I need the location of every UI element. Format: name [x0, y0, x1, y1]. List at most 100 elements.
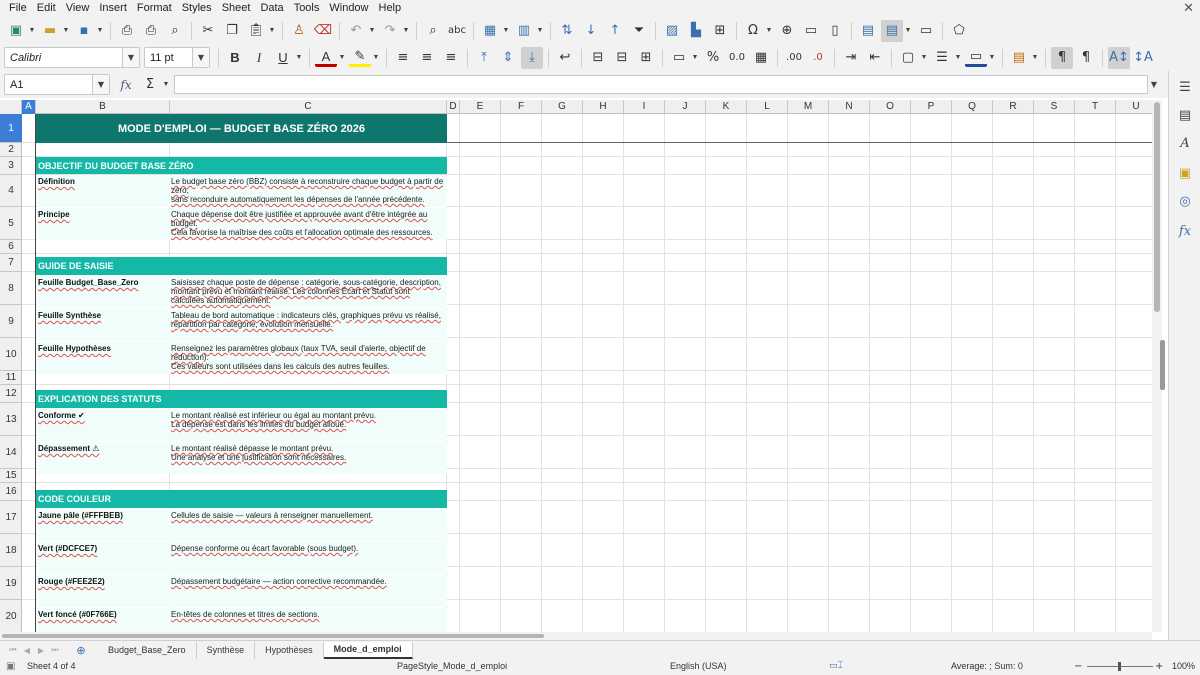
- undo-icon[interactable]: ↶: [345, 20, 367, 42]
- conditional-format-icon[interactable]: ▤: [1008, 47, 1030, 69]
- sidebar-collapse-handle[interactable]: [1160, 340, 1165, 390]
- new-dropdown-icon[interactable]: ▼: [28, 20, 36, 42]
- name-box[interactable]: A1 ▼: [4, 74, 110, 95]
- tab-budget-base-zero[interactable]: Budget_Base_Zero: [98, 641, 197, 659]
- freeze-rows-columns-icon[interactable]: ▤: [881, 19, 903, 42]
- table-row[interactable]: Vert (#DCFCE7) Dépense conforme ou écart…: [36, 542, 447, 574]
- align-top-icon[interactable]: ⤒: [473, 47, 495, 69]
- add-sheet-icon[interactable]: ⊕: [74, 643, 88, 657]
- column-header-p[interactable]: P: [911, 100, 952, 114]
- percent-format-icon[interactable]: %: [702, 47, 724, 69]
- section-header-status[interactable]: EXPLICATION DES STATUTS: [36, 390, 447, 408]
- chevron-down-icon[interactable]: ▼: [92, 75, 109, 94]
- row-header-11[interactable]: 11: [0, 371, 22, 385]
- column-icon[interactable]: ▥: [513, 20, 535, 42]
- table-row[interactable]: Définition Le budget base zéro (BBZ) con…: [36, 175, 447, 207]
- currency-dropdown-icon[interactable]: ▼: [691, 47, 699, 69]
- row-header-9[interactable]: 9: [0, 305, 22, 338]
- border-style-icon[interactable]: ☰: [931, 47, 953, 69]
- vertical-scroll-thumb[interactable]: [1154, 102, 1160, 312]
- save-icon[interactable]: ▪: [73, 20, 95, 42]
- menu-data[interactable]: Data: [255, 0, 288, 17]
- decrease-indent-icon[interactable]: ⇤: [864, 47, 886, 69]
- row-header-7[interactable]: 7: [0, 254, 22, 272]
- row-header-5[interactable]: 5: [0, 207, 22, 240]
- zoom-out-icon[interactable]: −: [1074, 661, 1082, 672]
- split-window-icon[interactable]: ▭: [915, 20, 937, 42]
- clear-formatting-icon[interactable]: ⌫: [312, 20, 334, 42]
- column-header-c[interactable]: C: [170, 100, 447, 114]
- paste-icon[interactable]: 📋︎: [245, 20, 267, 42]
- cut-icon[interactable]: ✂: [197, 20, 219, 42]
- border-color-icon[interactable]: ▭: [965, 49, 987, 67]
- merge-cells-icon[interactable]: ⊟: [611, 47, 633, 69]
- column-header-q[interactable]: Q: [952, 100, 993, 114]
- table-row[interactable]: Dépassement ⚠ Le montant réalisé dépasse…: [36, 442, 447, 474]
- print-icon[interactable]: ⎙: [140, 20, 162, 42]
- insert-chart-icon[interactable]: ▙: [685, 20, 707, 42]
- menu-insert[interactable]: Insert: [94, 0, 132, 17]
- column-header-e[interactable]: E: [460, 100, 501, 114]
- close-document-icon[interactable]: ✕: [1183, 0, 1194, 17]
- styles-icon[interactable]: A: [1175, 133, 1195, 153]
- unmerge-cells-icon[interactable]: ⊞: [635, 47, 657, 69]
- undo-dropdown-icon[interactable]: ▼: [368, 20, 376, 42]
- find-replace-icon[interactable]: ⌕: [422, 20, 444, 42]
- previous-sheet-icon[interactable]: ◀: [20, 643, 34, 657]
- font-color-dropdown-icon[interactable]: ▼: [338, 47, 346, 69]
- tab-synthese[interactable]: Synthèse: [197, 641, 256, 659]
- column-header-g[interactable]: G: [542, 100, 583, 114]
- zoom-slider-handle[interactable]: [1118, 662, 1121, 671]
- column-header-u[interactable]: U: [1116, 100, 1152, 114]
- text-orientation-icon[interactable]: A↕: [1108, 46, 1130, 69]
- merge-center-icon[interactable]: ⊟: [587, 47, 609, 69]
- column-header-d[interactable]: D: [447, 100, 460, 114]
- wrap-text-icon[interactable]: ↩: [554, 47, 576, 69]
- hyperlink-icon[interactable]: ⊕: [776, 20, 798, 42]
- section-header-guide[interactable]: GUIDE DE SAISIE: [36, 257, 447, 275]
- menu-styles[interactable]: Styles: [177, 0, 217, 17]
- special-character-dropdown-icon[interactable]: ▼: [765, 20, 773, 42]
- zoom-level[interactable]: 100%: [1172, 661, 1195, 671]
- open-folder-icon[interactable]: ▬: [39, 20, 61, 42]
- insert-pivot-table-icon[interactable]: ⊞: [709, 20, 731, 42]
- selection-mode-icon[interactable]: ▭⌶: [829, 661, 843, 671]
- menu-edit[interactable]: Edit: [32, 0, 61, 17]
- highlight-dropdown-icon[interactable]: ▼: [372, 47, 380, 69]
- export-pdf-icon[interactable]: ⎙: [116, 20, 138, 42]
- cell-area[interactable]: MODE D'EMPLOI — BUDGET BASE ZÉRO 2026 OB…: [22, 114, 1152, 632]
- tab-mode-d-emploi[interactable]: Mode_d_emploi: [323, 641, 413, 659]
- sort-icon[interactable]: ⇅: [556, 20, 578, 42]
- column-dropdown-icon[interactable]: ▼: [536, 20, 544, 42]
- redo-icon[interactable]: ↷: [379, 20, 401, 42]
- hamburger-menu-icon[interactable]: ☰: [1175, 77, 1195, 97]
- row-header-6[interactable]: 6: [0, 240, 22, 254]
- autofilter-icon[interactable]: ⏷: [628, 20, 650, 42]
- save-dropdown-icon[interactable]: ▼: [96, 20, 104, 42]
- currency-format-icon[interactable]: ▭: [668, 47, 690, 69]
- column-header-l[interactable]: L: [747, 100, 788, 114]
- table-row[interactable]: Feuille Budget_Base_Zero Saisissez chaqu…: [36, 276, 447, 308]
- headers-footers-icon[interactable]: ▯: [824, 20, 846, 42]
- column-header-r[interactable]: R: [993, 100, 1034, 114]
- clone-formatting-icon[interactable]: ♙: [288, 20, 310, 42]
- row-header-14[interactable]: 14: [0, 436, 22, 469]
- align-center-icon[interactable]: ≡: [416, 47, 438, 69]
- new-document-icon[interactable]: ▣: [5, 20, 27, 42]
- right-to-left-icon[interactable]: ¶: [1075, 47, 1097, 69]
- borders-dropdown-icon[interactable]: ▼: [920, 47, 928, 69]
- row-header-12[interactable]: 12: [0, 385, 22, 403]
- select-all-corner[interactable]: [0, 100, 22, 114]
- show-draw-functions-icon[interactable]: ⬠: [948, 20, 970, 42]
- row-header-17[interactable]: 17: [0, 501, 22, 534]
- center-vertically-icon[interactable]: ⇕: [497, 47, 519, 69]
- row-header-13[interactable]: 13: [0, 403, 22, 436]
- define-print-area-icon[interactable]: ▤: [857, 20, 879, 42]
- first-sheet-icon[interactable]: ⏮: [6, 643, 20, 657]
- underline-icon[interactable]: U: [272, 47, 294, 69]
- paste-dropdown-icon[interactable]: ▼: [268, 20, 276, 42]
- row-header-3[interactable]: 3: [0, 157, 22, 175]
- print-preview-icon[interactable]: ⌕: [164, 20, 186, 42]
- menu-file[interactable]: File: [4, 0, 32, 17]
- chevron-down-icon[interactable]: ▼: [192, 48, 209, 67]
